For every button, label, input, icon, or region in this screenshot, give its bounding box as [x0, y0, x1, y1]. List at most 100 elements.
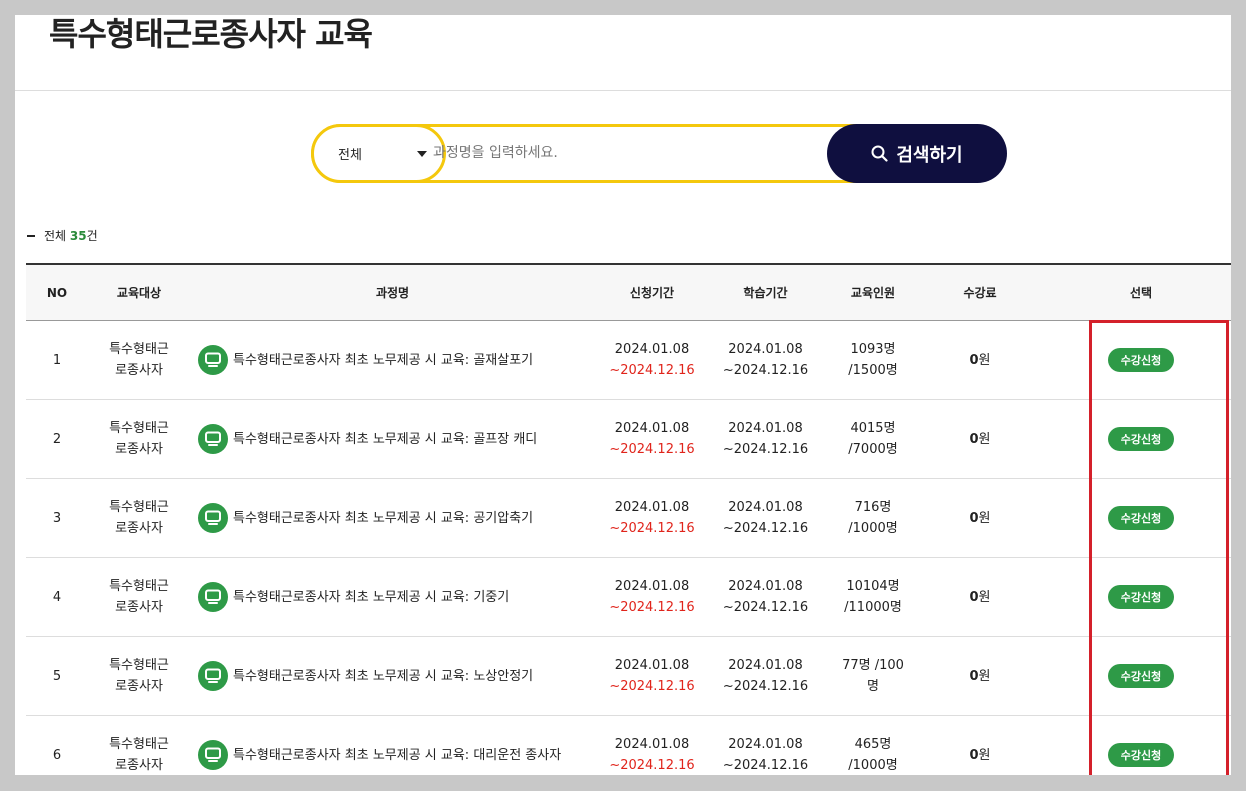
header-fee: 수강료 [924, 263, 1036, 321]
monitor-icon [198, 661, 228, 691]
row-study-period: 2024.01.08 ~2024.12.16 [709, 320, 822, 400]
row-no: 1 [26, 320, 88, 400]
row-no: 4 [26, 557, 88, 637]
apply-end: ~2024.12.16 [609, 758, 695, 773]
fee-number: 0 [969, 352, 979, 368]
fee-unit: 원 [978, 352, 991, 368]
course-table: NO 교육대상 과정명 신청기간 학습기간 교육인원 수강료 선택 1 특수형태… [26, 263, 1231, 775]
enroll-button[interactable]: 수강신청 [1107, 427, 1175, 451]
header-apply-period: 신청기간 [595, 263, 709, 321]
monitor-icon [198, 582, 228, 612]
result-count-unit: 건 [86, 229, 98, 243]
header-study-period: 학습기간 [709, 263, 822, 321]
study-start: 2024.01.08 [728, 342, 803, 357]
search-input[interactable] [431, 138, 815, 168]
study-end: ~2024.12.16 [722, 758, 809, 773]
course-title[interactable]: 특수형태근로종사자 최초 노무제공 시 교육: 공기압축기 [233, 508, 533, 529]
study-end: ~2024.12.16 [722, 521, 809, 536]
row-select: 수강신청 [1036, 478, 1231, 558]
row-no: 5 [26, 636, 88, 716]
row-fee: 0원 [924, 557, 1036, 637]
apply-start: 2024.01.08 [614, 737, 690, 752]
enroll-button[interactable]: 수강신청 [1107, 664, 1175, 688]
row-apply-period: 2024.01.08 ~2024.12.16 [595, 636, 709, 716]
row-people: 10104명 /11000명 [822, 557, 924, 637]
fee-number: 0 [969, 589, 979, 605]
header-people: 교육인원 [822, 263, 924, 321]
apply-start: 2024.01.08 [614, 579, 690, 594]
row-course[interactable]: 특수형태근로종사자 최초 노무제공 시 교육: 대리운전 종사자 [190, 715, 595, 775]
search-button[interactable]: 검색하기 [827, 124, 1007, 183]
row-course[interactable]: 특수형태근로종사자 최초 노무제공 시 교육: 기중기 [190, 557, 595, 637]
course-title[interactable]: 특수형태근로종사자 최초 노무제공 시 교육: 골재살포기 [233, 350, 533, 371]
row-target: 특수형태근로종사자 [88, 715, 190, 775]
fee-unit: 원 [978, 431, 991, 447]
enroll-button[interactable]: 수강신청 [1107, 743, 1175, 767]
row-fee: 0원 [924, 636, 1036, 716]
category-select-value: 전체 [338, 148, 362, 163]
study-start: 2024.01.08 [728, 500, 803, 515]
row-select: 수강신청 [1036, 715, 1231, 775]
course-title[interactable]: 특수형태근로종사자 최초 노무제공 시 교육: 노상안정기 [233, 666, 533, 687]
table-row: 3 특수형태근로종사자 특수형태근로종사자 최초 노무제공 시 교육: 공기압축… [26, 478, 1231, 558]
apply-end: ~2024.12.16 [609, 363, 695, 378]
header-no: NO [26, 263, 88, 321]
row-select: 수강신청 [1036, 320, 1231, 400]
row-select: 수강신청 [1036, 636, 1231, 716]
apply-end: ~2024.12.16 [609, 600, 695, 615]
apply-end: ~2024.12.16 [609, 679, 695, 694]
course-title[interactable]: 특수형태근로종사자 최초 노무제공 시 교육: 대리운전 종사자 [233, 745, 561, 766]
row-course[interactable]: 특수형태근로종사자 최초 노무제공 시 교육: 공기압축기 [190, 478, 595, 558]
row-people: 77명 /100명 [822, 636, 924, 716]
table-row: 2 특수형태근로종사자 특수형태근로종사자 최초 노무제공 시 교육: 골프장 … [26, 399, 1231, 479]
row-target: 특수형태근로종사자 [88, 478, 190, 558]
search-button-label: 검색하기 [896, 144, 963, 166]
row-people: 465명 /1000명 [822, 715, 924, 775]
apply-start: 2024.01.08 [614, 658, 690, 673]
search-icon [871, 145, 888, 162]
row-apply-period: 2024.01.08 ~2024.12.16 [595, 478, 709, 558]
row-target: 특수형태근로종사자 [88, 320, 190, 400]
monitor-icon [198, 740, 228, 770]
study-end: ~2024.12.16 [722, 363, 809, 378]
table-row: 1 특수형태근로종사자 특수형태근로종사자 최초 노무제공 시 교육: 골재살포… [26, 320, 1231, 400]
apply-start: 2024.01.08 [614, 421, 690, 436]
category-select[interactable]: 전체 [311, 124, 446, 183]
row-no: 2 [26, 399, 88, 479]
result-count-number: 35 [69, 228, 87, 243]
monitor-icon [198, 503, 228, 533]
table-row: 4 특수형태근로종사자 특수형태근로종사자 최초 노무제공 시 교육: 기중기 … [26, 557, 1231, 637]
study-start: 2024.01.08 [728, 658, 803, 673]
apply-end: ~2024.12.16 [609, 442, 695, 457]
row-course[interactable]: 특수형태근로종사자 최초 노무제공 시 교육: 골재살포기 [190, 320, 595, 400]
row-select: 수강신청 [1036, 399, 1231, 479]
row-study-period: 2024.01.08 ~2024.12.16 [709, 557, 822, 637]
enroll-button[interactable]: 수강신청 [1107, 348, 1175, 372]
enroll-button[interactable]: 수강신청 [1107, 585, 1175, 609]
enroll-button[interactable]: 수강신청 [1107, 506, 1175, 530]
search-bar: 전체 검색하기 [311, 124, 1007, 183]
apply-start: 2024.01.08 [614, 342, 690, 357]
row-course[interactable]: 특수형태근로종사자 최초 노무제공 시 교육: 골프장 캐디 [190, 399, 595, 479]
fee-number: 0 [969, 510, 979, 526]
apply-end: ~2024.12.16 [609, 521, 695, 536]
study-end: ~2024.12.16 [722, 442, 809, 457]
fee-unit: 원 [978, 668, 991, 684]
row-people: 4015명 /7000명 [822, 399, 924, 479]
row-no: 3 [26, 478, 88, 558]
row-people: 1093명 /1500명 [822, 320, 924, 400]
study-start: 2024.01.08 [728, 421, 803, 436]
dash-icon [27, 234, 35, 237]
study-start: 2024.01.08 [728, 579, 803, 594]
fee-unit: 원 [978, 747, 991, 763]
course-title[interactable]: 특수형태근로종사자 최초 노무제공 시 교육: 기중기 [233, 587, 509, 608]
row-target: 특수형태근로종사자 [88, 399, 190, 479]
course-title[interactable]: 특수형태근로종사자 최초 노무제공 시 교육: 골프장 캐디 [233, 429, 537, 450]
row-study-period: 2024.01.08 ~2024.12.16 [709, 636, 822, 716]
row-target: 특수형태근로종사자 [88, 636, 190, 716]
fee-number: 0 [969, 431, 979, 447]
row-course[interactable]: 특수형태근로종사자 최초 노무제공 시 교육: 노상안정기 [190, 636, 595, 716]
header-course: 과정명 [190, 263, 595, 321]
result-count: 전체 35 건 [27, 227, 98, 244]
row-no: 6 [26, 715, 88, 775]
